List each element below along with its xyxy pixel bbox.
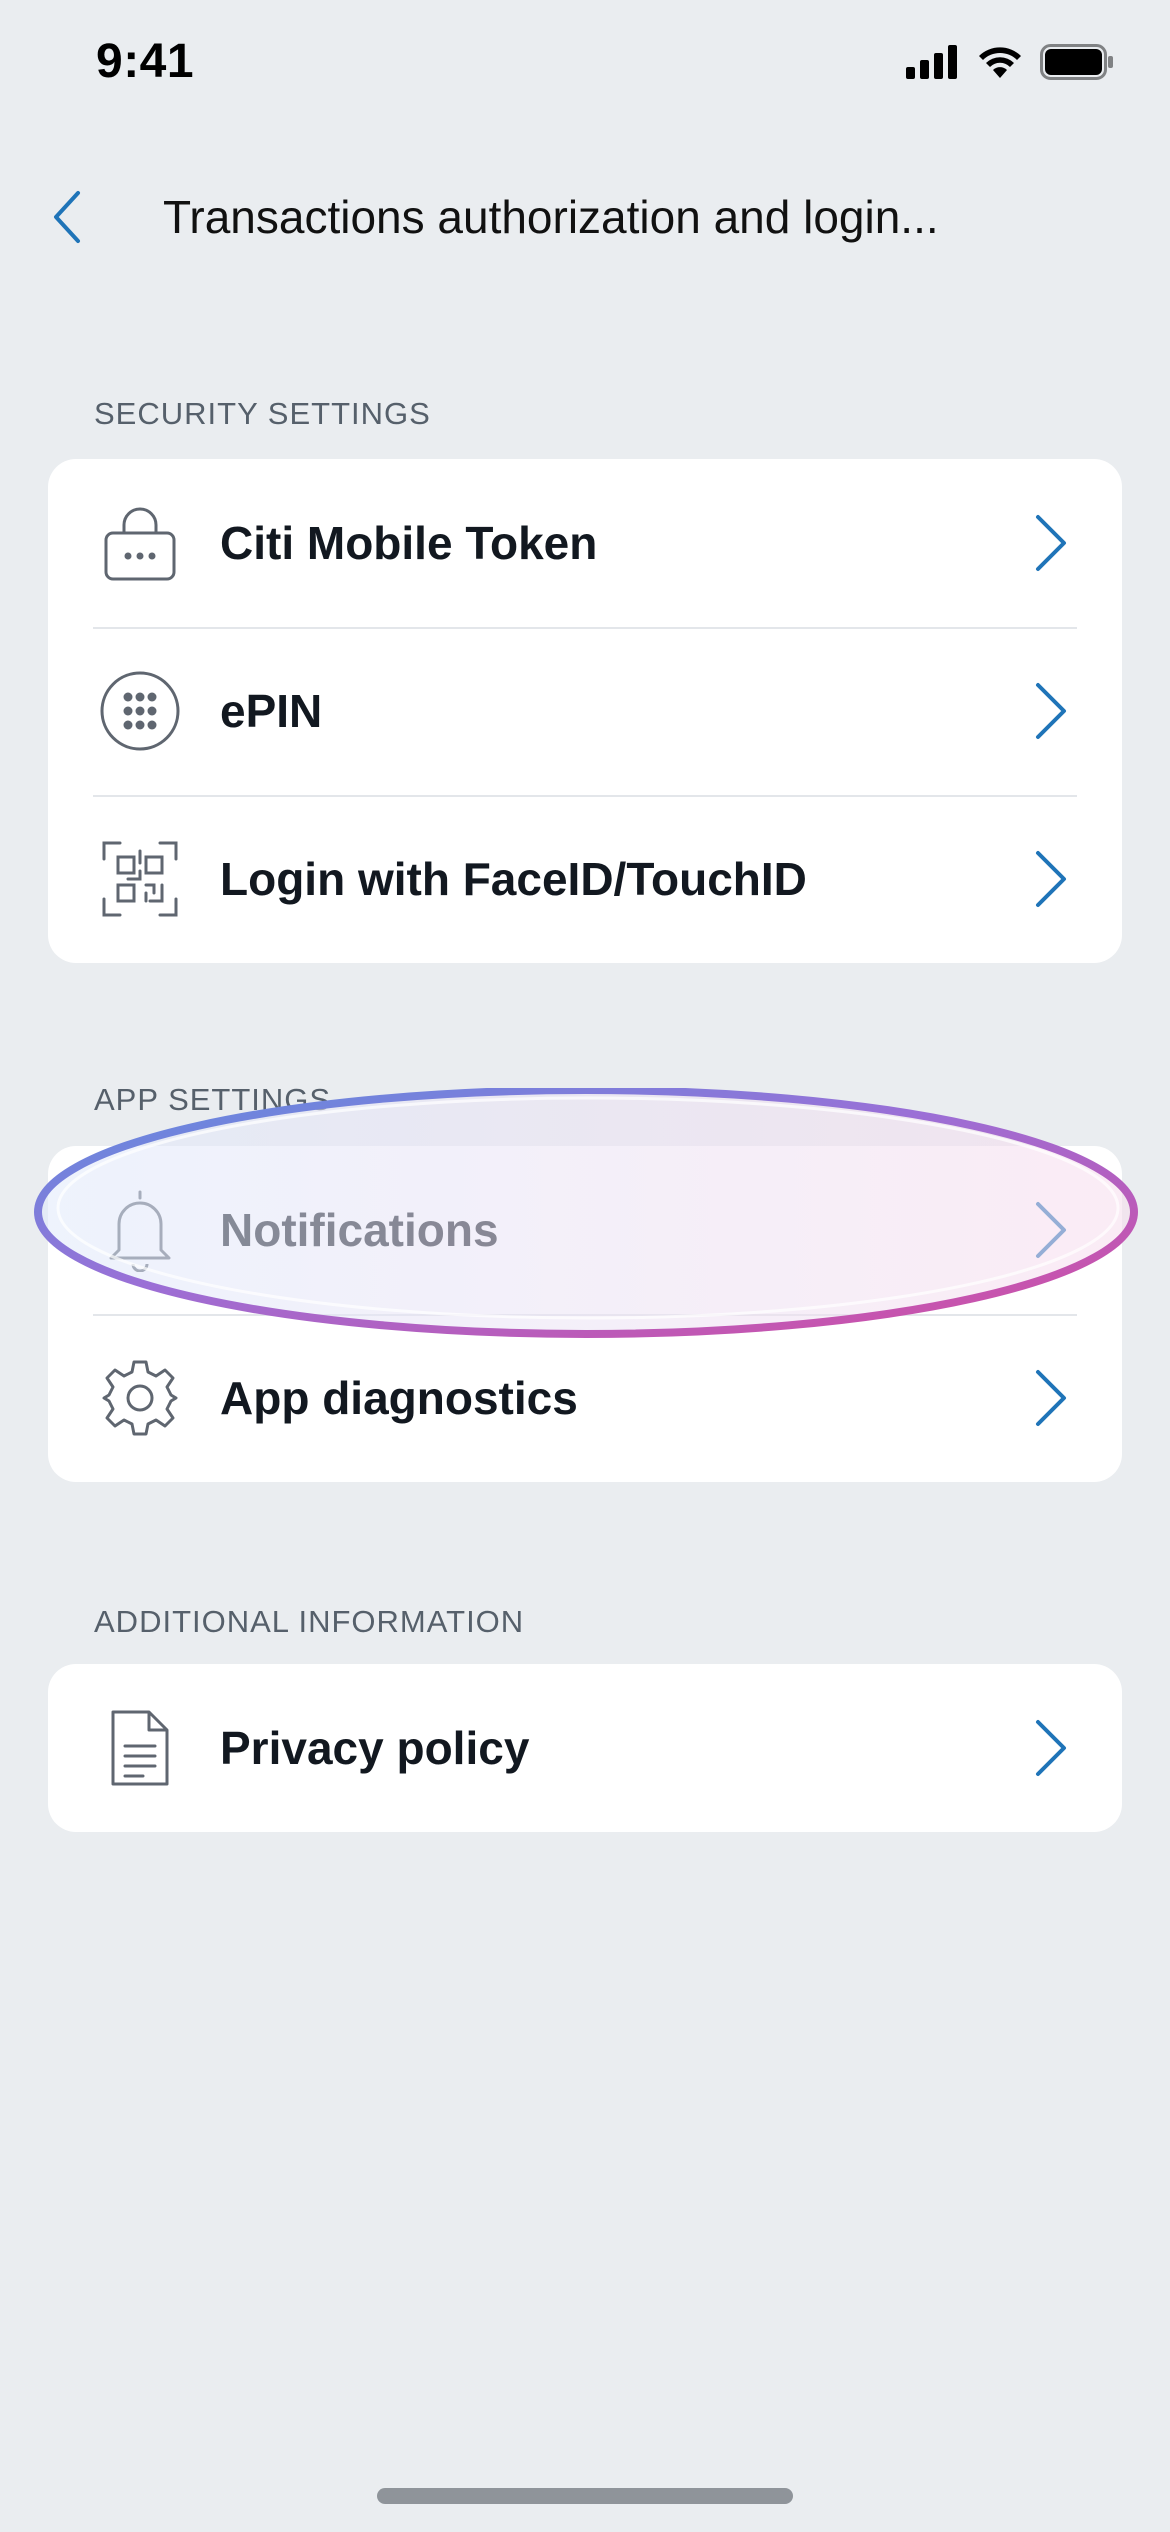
page-title: Transactions authorization and login... [163, 191, 939, 243]
security-settings-card: Citi Mobile Token ePIN Login with FaceID… [48, 459, 1122, 963]
list-item-label: Citi Mobile Token [220, 517, 598, 569]
section-label-additional: ADDITIONAL INFORMATION [94, 1604, 525, 1639]
chevron-right-icon [1036, 1370, 1066, 1426]
app-settings-card: Notifications App diagnostics [48, 1146, 1122, 1482]
list-item-privacy-policy[interactable]: Privacy policy [48, 1664, 1122, 1832]
status-time: 9:41 [96, 35, 195, 88]
qr-scan-icon [98, 837, 182, 921]
lock-icon [98, 501, 182, 585]
status-bar: 9:41 [0, 0, 1170, 130]
wifi-icon [979, 47, 1021, 78]
additional-information-card: Privacy policy [48, 1664, 1122, 1832]
chevron-left-icon [54, 191, 80, 243]
home-indicator[interactable] [377, 2488, 793, 2504]
list-item-citi-mobile-token[interactable]: Citi Mobile Token [48, 459, 1122, 627]
list-item-label: ePIN [220, 685, 323, 737]
chevron-right-icon [1036, 1720, 1066, 1776]
keypad-icon [98, 669, 182, 753]
list-item-app-diagnostics[interactable]: App diagnostics [48, 1314, 1122, 1482]
list-item-label: App diagnostics [220, 1372, 578, 1424]
list-item-notifications[interactable]: Notifications [48, 1146, 1122, 1314]
list-item-faceid-touchid[interactable]: Login with FaceID/TouchID [48, 795, 1122, 963]
battery-icon [1040, 44, 1113, 80]
list-item-label: Privacy policy [220, 1722, 530, 1774]
chevron-right-icon [1036, 683, 1066, 739]
navigation-bar: Transactions authorization and login... [0, 160, 1170, 280]
section-label-security: SECURITY SETTINGS [94, 396, 431, 431]
status-icons [906, 44, 1114, 80]
document-icon [98, 1706, 182, 1790]
back-button[interactable] [36, 172, 96, 262]
list-item-label: Notifications [220, 1204, 499, 1256]
list-item-epin[interactable]: ePIN [48, 627, 1122, 795]
bell-icon [98, 1188, 182, 1272]
list-item-label: Login with FaceID/TouchID [220, 853, 807, 905]
gear-icon [98, 1356, 182, 1440]
chevron-right-icon [1036, 851, 1066, 907]
chevron-right-icon [1036, 515, 1066, 571]
cellular-signal-icon [906, 45, 957, 79]
section-label-app: APP SETTINGS [94, 1082, 332, 1117]
chevron-right-icon [1036, 1202, 1066, 1258]
